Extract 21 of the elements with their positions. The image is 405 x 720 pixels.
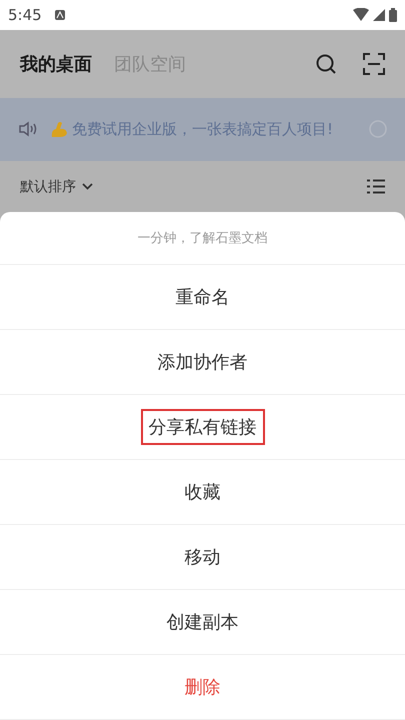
menu-item[interactable]: 移动 — [176, 539, 228, 576]
list-view-icon[interactable] — [367, 179, 385, 194]
scan-icon[interactable] — [363, 52, 385, 75]
promo-text: 免费试用企业版，一张表搞定百人项目! — [72, 119, 334, 140]
menu-item[interactable]: 分享私有链接 — [140, 409, 264, 446]
menu-item[interactable]: 创建副本 — [158, 604, 246, 640]
sort-dropdown[interactable]: 默认排序 — [20, 178, 93, 196]
search-icon[interactable] — [315, 52, 337, 75]
wifi-icon — [353, 8, 369, 22]
menu-item[interactable]: 收藏 — [176, 474, 228, 510]
status-time: 5:45 — [8, 6, 42, 24]
header-tab[interactable]: 我的桌面 — [20, 52, 92, 76]
chevron-down-icon — [82, 183, 93, 190]
menu-item[interactable]: 添加协作者 — [150, 344, 256, 380]
menu-item[interactable]: 删除 — [176, 669, 228, 706]
notification-icon — [54, 8, 66, 21]
sheet-title: 一分钟，了解石墨文档 — [138, 230, 268, 248]
signal-icon — [373, 8, 385, 21]
speaker-icon — [18, 121, 38, 138]
menu-item[interactable]: 重命名 — [168, 279, 238, 316]
battery-icon — [389, 8, 397, 22]
